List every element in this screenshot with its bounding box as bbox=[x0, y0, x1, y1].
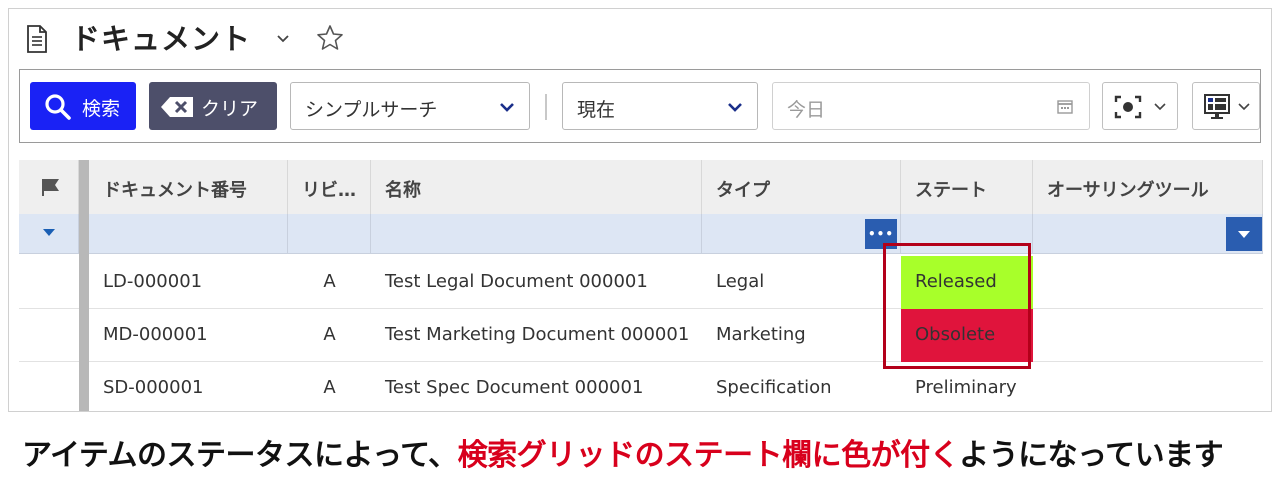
more-options-label: ••• bbox=[867, 227, 894, 241]
chevron-down-icon[interactable] bbox=[275, 30, 291, 46]
cell-text: A bbox=[323, 271, 336, 292]
cell-text: MD-000001 bbox=[103, 324, 208, 345]
revision-select[interactable]: 現在 bbox=[562, 82, 758, 130]
cell-number[interactable]: MD-000001 bbox=[89, 309, 288, 362]
row-flag-cell[interactable] bbox=[19, 256, 79, 309]
chevron-down-icon bbox=[1154, 103, 1166, 111]
page-title: ドキュメント bbox=[71, 22, 252, 56]
date-input[interactable]: 今日 bbox=[772, 82, 1090, 130]
flag-column-header[interactable] bbox=[19, 160, 79, 214]
search-mode-value: シンプルサーチ bbox=[305, 99, 438, 121]
cell-revision[interactable]: A bbox=[288, 256, 371, 309]
row-flag-cell[interactable] bbox=[19, 309, 79, 362]
column-header-authoring-tool[interactable]: オーサリングツール bbox=[1033, 160, 1263, 214]
monitor-grid-icon bbox=[1204, 94, 1230, 119]
filter-authoring-tool[interactable] bbox=[1033, 214, 1263, 254]
cell-revision[interactable]: A bbox=[288, 309, 371, 362]
column-header-name[interactable]: 名称 bbox=[371, 160, 702, 214]
caption-emphasis: 検索グリッドのステート欄に色が付く bbox=[457, 438, 960, 473]
cell-text: SD-000001 bbox=[103, 377, 204, 398]
cell-text: Test Marketing Document 000001 bbox=[385, 324, 690, 345]
search-toolbar: 検索 クリア シンプルサーチ 現在 今日 bbox=[19, 69, 1261, 143]
clear-button-label: クリア bbox=[201, 98, 259, 120]
cell-name[interactable]: Test Legal Document 000001 bbox=[371, 256, 702, 309]
cell-text: Legal bbox=[716, 271, 765, 292]
filter-number[interactable] bbox=[89, 214, 288, 254]
search-mode-select[interactable]: シンプルサーチ bbox=[290, 82, 530, 130]
cell-type[interactable]: Legal bbox=[702, 256, 901, 309]
column-header-label: オーサリングツール bbox=[1047, 180, 1209, 201]
filter-revision[interactable] bbox=[288, 214, 371, 254]
search-button[interactable]: 検索 bbox=[30, 82, 136, 130]
column-header-type[interactable]: タイプ bbox=[702, 160, 901, 214]
table-row[interactable]: SD-000001 A Test Spec Document 000001 Sp… bbox=[19, 362, 1263, 411]
cell-authoring-tool[interactable] bbox=[1033, 256, 1263, 309]
favorite-star-icon[interactable] bbox=[315, 23, 345, 53]
app-window: ドキュメント 検索 クリア シンプルサーチ 現在 今日 ドキュメント番号 リビ…… bbox=[8, 8, 1272, 412]
column-header-label: 名称 bbox=[385, 180, 421, 201]
cell-text: A bbox=[323, 324, 336, 345]
title-bar: ドキュメント bbox=[9, 9, 1271, 69]
column-header-label: タイプ bbox=[716, 180, 770, 201]
clear-button[interactable]: クリア bbox=[149, 82, 277, 130]
cell-revision[interactable]: A bbox=[288, 362, 371, 411]
row-flag-cell[interactable] bbox=[19, 362, 79, 411]
column-header-label: ステート bbox=[915, 180, 987, 201]
cell-text: LD-000001 bbox=[103, 271, 203, 292]
toolbar-divider bbox=[545, 94, 547, 120]
filter-dropdown-button[interactable] bbox=[1226, 217, 1262, 251]
column-header-number[interactable]: ドキュメント番号 bbox=[89, 160, 288, 214]
chevron-down-icon bbox=[728, 103, 742, 112]
display-settings-button[interactable] bbox=[1192, 82, 1260, 130]
column-header-label: リビ… bbox=[302, 180, 356, 201]
calendar-icon[interactable] bbox=[1057, 100, 1073, 114]
cell-text: Specification bbox=[716, 377, 832, 398]
annotation-caption: アイテムのステータスによって、検索グリッドのステート欄に色が付くようになっていま… bbox=[22, 430, 1224, 474]
cell-text: A bbox=[323, 377, 336, 398]
cell-number[interactable]: LD-000001 bbox=[89, 256, 288, 309]
backspace-icon bbox=[161, 97, 193, 117]
column-header-label: ドキュメント番号 bbox=[103, 180, 247, 201]
caption-text: アイテムのステータスによって、 bbox=[22, 438, 458, 473]
chevron-down-icon bbox=[500, 103, 514, 112]
filter-toggle[interactable] bbox=[19, 214, 79, 254]
filter-type[interactable]: ••• bbox=[702, 214, 901, 254]
state-column-highlight bbox=[883, 243, 1031, 369]
chevron-down-icon bbox=[1238, 103, 1250, 111]
caption-text: ようになっています bbox=[959, 438, 1224, 473]
revision-value: 現在 bbox=[577, 99, 616, 121]
cell-state[interactable]: Preliminary bbox=[901, 362, 1033, 411]
filter-name[interactable] bbox=[371, 214, 702, 254]
cell-number[interactable]: SD-000001 bbox=[89, 362, 288, 411]
cell-authoring-tool[interactable] bbox=[1033, 309, 1263, 362]
cell-text: Test Legal Document 000001 bbox=[385, 271, 648, 292]
cell-name[interactable]: Test Spec Document 000001 bbox=[371, 362, 702, 411]
column-header-revision[interactable]: リビ… bbox=[288, 160, 371, 214]
target-view-button[interactable] bbox=[1102, 82, 1178, 130]
table-row[interactable]: MD-000001 A Test Marketing Document 0000… bbox=[19, 309, 1263, 362]
cell-text: Marketing bbox=[716, 324, 806, 345]
cell-type[interactable]: Marketing bbox=[702, 309, 901, 362]
table-row[interactable]: LD-000001 A Test Legal Document 000001 L… bbox=[19, 256, 1263, 309]
caret-down-icon bbox=[1238, 231, 1250, 238]
document-icon bbox=[27, 25, 47, 53]
cell-text: Preliminary bbox=[915, 377, 1017, 398]
flag-icon bbox=[42, 179, 59, 196]
search-button-label: 検索 bbox=[82, 98, 121, 120]
cell-type[interactable]: Specification bbox=[702, 362, 901, 411]
cell-authoring-tool[interactable] bbox=[1033, 362, 1263, 411]
cell-name[interactable]: Test Marketing Document 000001 bbox=[371, 309, 702, 362]
column-header-state[interactable]: ステート bbox=[901, 160, 1033, 214]
search-icon bbox=[45, 94, 71, 120]
target-icon bbox=[1114, 95, 1142, 119]
cell-text: Test Spec Document 000001 bbox=[385, 377, 644, 398]
date-placeholder: 今日 bbox=[787, 99, 826, 121]
caret-down-icon bbox=[43, 229, 55, 236]
